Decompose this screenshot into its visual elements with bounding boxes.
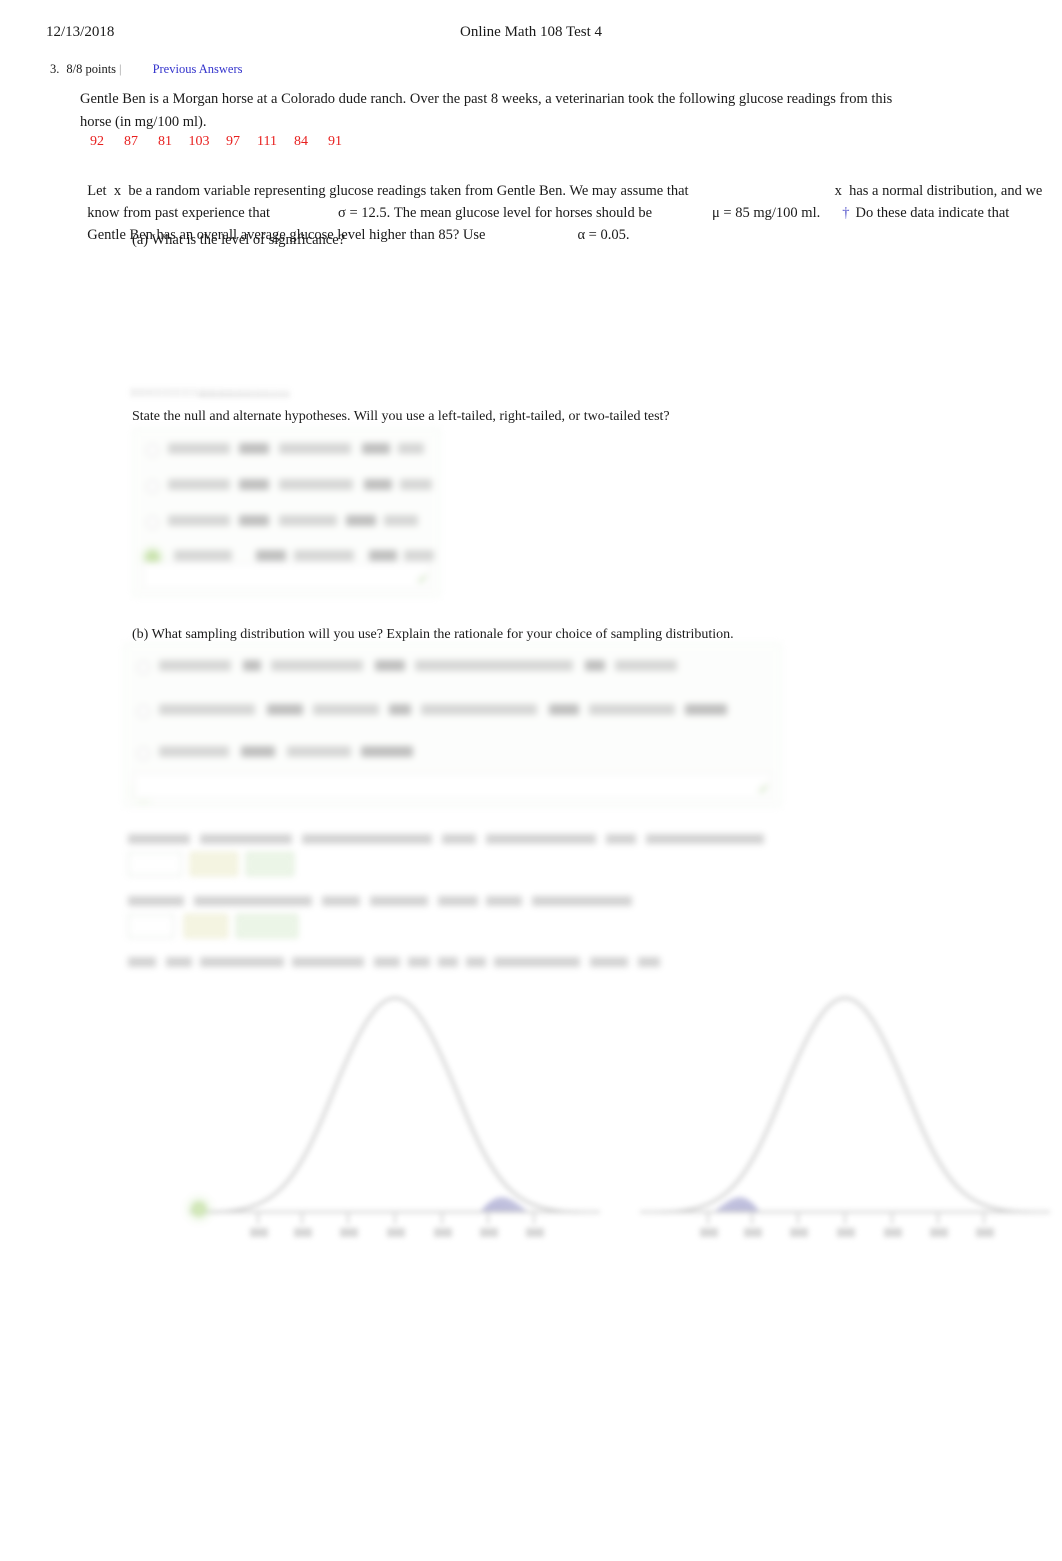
correct-check-icon: ✓ [757,782,771,798]
normal-curve-right-tail-shaded[interactable] [180,980,610,1250]
meta-separator: | [119,62,122,76]
question-body: Gentle Ben is a Morgan horse at a Colora… [80,88,1000,133]
normal-curve-left-tail-shaded[interactable] [630,980,1060,1250]
problem-number: 3. [50,62,60,76]
data-value: 103 [188,134,210,149]
radio-icon[interactable] [137,705,150,718]
answer-input[interactable] [128,914,174,938]
radio-icon[interactable] [146,516,159,529]
sampling-choice-group[interactable]: ✓ [124,643,781,807]
radio-icon-selected[interactable] [192,1202,206,1216]
obscured-answer-block-test-statistic[interactable] [128,830,788,886]
alpha-value: α = 0.05. [577,227,630,243]
sampling-option[interactable] [125,696,780,726]
obscured-ghost-strip-secondary [198,392,290,398]
data-value: 87 [124,134,138,149]
data-value: 111 [257,134,277,149]
data-value: 97 [226,134,240,149]
hypotheses-choice-group[interactable]: ✓ [133,428,440,597]
data-value: 84 [294,134,308,149]
answer-input[interactable] [236,914,298,938]
glucose-data-values: 92 87 81 103 97 111 84 91 [80,134,352,150]
radio-icon[interactable] [137,661,150,674]
hypotheses-option[interactable] [134,435,439,465]
part-a-label: (a) What is the level of significance? [132,232,346,248]
obscured-answer-block-p-value[interactable] [128,892,688,948]
hypotheses-prompt: State the null and alternate hypotheses.… [132,409,670,424]
answer-input[interactable] [190,852,238,876]
radio-icon[interactable] [146,444,159,457]
question-paragraph-line1: Gentle Ben is a Morgan horse at a Colora… [80,91,893,107]
question-paragraph-line2: horse (in mg/100 ml). [80,113,207,130]
page-header: 12/13/2018 Online Math 108 Test 4 [0,22,1062,44]
data-value: 92 [90,134,104,149]
problem-points: 8/8 points [66,62,117,76]
obscured-answer-block-sketch-prompt [128,955,688,975]
data-value: 81 [158,134,172,149]
problem-meta: 3. 8/8 points | Previous Answers [50,60,243,78]
sampling-option[interactable] [125,738,780,768]
answer-input[interactable] [128,852,182,876]
answer-input[interactable] [184,914,228,938]
previous-answers-link[interactable]: Previous Answers [153,62,243,76]
hypotheses-option[interactable] [134,471,439,501]
hypotheses-option[interactable] [134,507,439,537]
answer-input[interactable] [246,852,294,876]
hypotheses-answer-footer [142,562,431,590]
radio-icon[interactable] [137,747,150,760]
sampling-option[interactable] [125,652,780,682]
data-value: 91 [328,134,342,149]
sketch-answer-graphs[interactable] [120,980,1050,1260]
header-title: Online Math 108 Test 4 [460,24,602,40]
radio-icon[interactable] [146,480,159,493]
correct-check-icon: ✓ [416,572,430,588]
sampling-answer-footer [133,772,772,800]
part-b-prompt: (b) What sampling distribution will you … [132,627,734,642]
